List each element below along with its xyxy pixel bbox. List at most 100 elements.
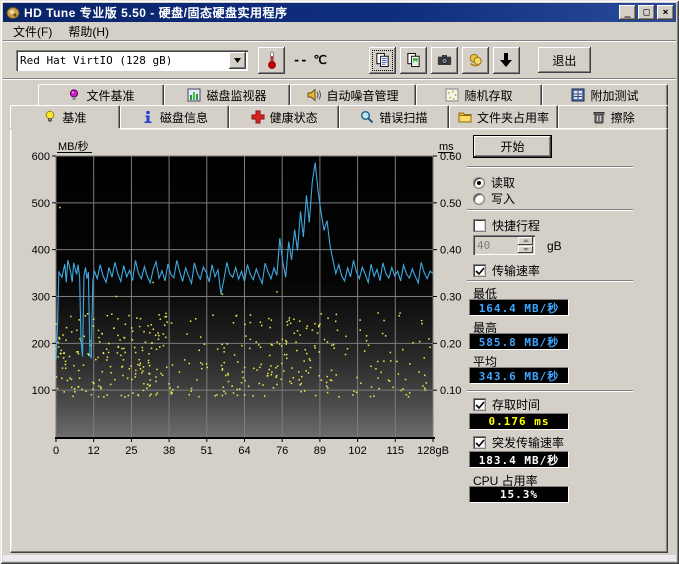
window-bottom-edge — [3, 555, 676, 561]
access-time-dot — [149, 365, 151, 367]
tab-disk-info[interactable]: 磁盘信息 — [120, 105, 230, 128]
access-time-dot — [143, 331, 145, 333]
stepper-down-button[interactable] — [518, 246, 533, 254]
access-time-dot — [111, 313, 113, 315]
short-stroke-size-stepper[interactable]: 40 — [473, 235, 535, 255]
tab-random-access[interactable]: 随机存取 — [416, 84, 542, 105]
access-time-dot — [98, 337, 100, 339]
access-time-option[interactable]: 存取时间 — [473, 396, 540, 413]
access-time-dot — [134, 376, 136, 378]
access-time-dot — [69, 377, 71, 379]
access-time-dot — [317, 332, 319, 334]
copy-image-button[interactable] — [400, 47, 427, 74]
access-time-dot — [327, 392, 329, 394]
access-time-dot — [65, 367, 67, 369]
tab-disk-monitor[interactable]: 磁盘监视器 — [164, 84, 290, 105]
access-time-checkbox[interactable] — [473, 398, 486, 411]
burst-rate-option[interactable]: 突发传输速率 — [473, 434, 564, 451]
access-time-dot — [114, 379, 116, 381]
access-time-dot — [314, 323, 316, 325]
tab-error-scan[interactable]: 错误扫描 — [339, 105, 449, 128]
access-time-dot — [364, 350, 366, 352]
access-time-dot — [326, 385, 328, 387]
read-mode-option[interactable]: 读取 — [473, 174, 515, 191]
access-time-dot — [250, 322, 252, 324]
file-benchmark-icon — [67, 88, 81, 102]
access-time-dot — [150, 379, 152, 381]
maximize-button[interactable]: □ — [638, 5, 655, 20]
tab-benchmark[interactable]: 基准 — [10, 105, 120, 128]
access-time-dot — [352, 394, 354, 396]
tab-erase[interactable]: 擦除 — [558, 105, 668, 128]
access-time-dot — [189, 394, 191, 396]
tab-aam[interactable]: 自动噪音管理 — [290, 84, 416, 105]
burst-rate-checkbox[interactable] — [473, 436, 486, 449]
y-left-tick-label: 400 — [32, 245, 50, 257]
access-time-dot — [269, 327, 271, 329]
access-time-dot — [273, 387, 275, 389]
short-stroke-checkbox[interactable] — [473, 219, 486, 232]
access-time-dot — [280, 379, 282, 381]
access-time-dot — [59, 207, 61, 209]
access-time-dot — [423, 357, 425, 359]
download-button[interactable] — [493, 47, 520, 74]
transfer-rate-option[interactable]: 传输速率 — [473, 262, 540, 279]
write-radio[interactable] — [473, 193, 485, 205]
access-time-dot — [281, 345, 283, 347]
access-time-dot — [148, 353, 150, 355]
temperature-button[interactable] — [258, 47, 285, 74]
copy-text-button[interactable] — [369, 47, 396, 74]
access-time-dot — [148, 360, 150, 362]
access-time-dot — [106, 359, 108, 361]
read-radio[interactable] — [473, 177, 485, 189]
access-time-dot — [262, 384, 264, 386]
access-time-dot — [331, 344, 333, 346]
tab-health[interactable]: 健康状态 — [229, 105, 339, 128]
maximize-icon: □ — [643, 8, 649, 18]
access-time-dot — [57, 356, 59, 358]
access-time-dot — [168, 383, 170, 385]
transfer-rate-label: 传输速率 — [492, 262, 540, 279]
access-time-dot — [163, 345, 165, 347]
x-tick-label: 12 — [88, 445, 100, 457]
access-time-dot — [326, 376, 328, 378]
stepper-up-button[interactable] — [518, 237, 533, 245]
access-time-dot — [150, 393, 152, 395]
transfer-rate-checkbox[interactable] — [473, 264, 486, 277]
y-right-tick-label: 0.30 — [440, 292, 461, 304]
tab-label: 自动噪音管理 — [326, 87, 398, 104]
tab-file-benchmark[interactable]: 文件基准 — [38, 84, 164, 105]
access-time-dot — [233, 392, 235, 394]
close-button[interactable]: × — [657, 5, 674, 20]
access-time-dot — [156, 369, 158, 371]
tab-extra-tests[interactable]: 附加测试 — [542, 84, 668, 105]
up-arrow-icon — [523, 239, 529, 242]
access-time-dot — [347, 348, 349, 350]
drive-select-dropdown-button[interactable] — [229, 52, 246, 69]
write-mode-option[interactable]: 写入 — [473, 190, 515, 207]
gold-hand-coins-icon — [468, 52, 483, 68]
access-time-dot — [117, 335, 119, 337]
access-time-dot — [196, 379, 198, 381]
y-right-tick-label: 0.20 — [440, 338, 461, 350]
access-time-dot — [223, 347, 225, 349]
menu-help[interactable]: 帮助(H) — [61, 21, 116, 42]
short-stroke-option[interactable]: 快捷行程 — [473, 217, 540, 234]
tab-folder-usage[interactable]: 文件夹占用率 — [449, 105, 559, 128]
drive-select[interactable]: Red Hat VirtIO (128 gB) — [16, 50, 248, 71]
access-time-dot — [166, 367, 168, 369]
screenshot-button[interactable] — [431, 47, 458, 74]
benchmark-bulb-icon — [43, 110, 57, 124]
minimize-button[interactable]: _ — [619, 5, 636, 20]
stepper-buttons[interactable] — [518, 237, 533, 253]
menu-file[interactable]: 文件(F) — [6, 21, 59, 42]
donate-button[interactable] — [462, 47, 489, 74]
access-time-dot — [57, 342, 59, 344]
access-time-dot — [78, 370, 80, 372]
access-time-dot — [242, 371, 244, 373]
exit-button[interactable]: 退出 — [538, 47, 591, 73]
down-arrow-icon — [523, 248, 529, 251]
access-time-dot — [356, 377, 358, 379]
start-button[interactable]: 开始 — [473, 135, 552, 158]
access-time-dot — [108, 343, 110, 345]
